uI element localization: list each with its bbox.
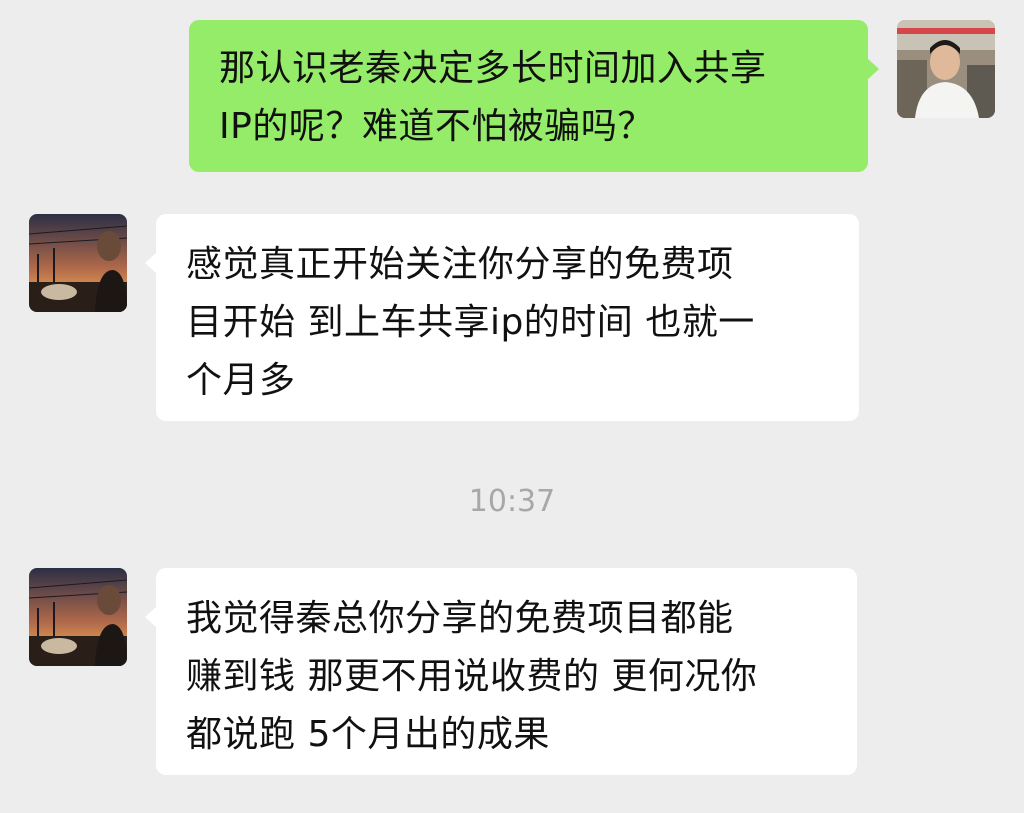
message-text-line: 感觉真正开始关注你分享的免费项 xyxy=(186,244,734,285)
message-text-line: 赚到钱 那更不用说收费的 更何况你 xyxy=(186,656,758,697)
message-text-line: IP的呢？难道不怕被骗吗？ xyxy=(219,106,654,147)
contact-avatar[interactable] xyxy=(29,568,127,666)
contact-avatar-photo xyxy=(29,568,127,666)
message-bubble-sent[interactable]: 那认识老秦决定多长时间加入共享 IP的呢？难道不怕被骗吗？ xyxy=(189,20,879,172)
message-text-line: 个月多 xyxy=(186,360,296,401)
message-timestamp: 10:37 xyxy=(468,484,556,519)
self-avatar-photo xyxy=(897,20,995,118)
contact-avatar[interactable] xyxy=(29,214,127,312)
message-text-line: 目开始 到上车共享ip的时间 也就一 xyxy=(186,302,755,343)
message-bubble-received[interactable]: 我觉得秦总你分享的免费项目都能 赚到钱 那更不用说收费的 更何况你 都说跑 5个… xyxy=(145,568,857,775)
self-avatar[interactable] xyxy=(897,20,995,118)
bubble-tail xyxy=(867,58,879,80)
bubble-tail xyxy=(145,252,157,274)
message-text-line: 我觉得秦总你分享的免费项目都能 xyxy=(186,598,734,639)
message-bubble-received[interactable]: 感觉真正开始关注你分享的免费项 目开始 到上车共享ip的时间 也就一 个月多 xyxy=(145,214,859,421)
message-text-line: 都说跑 5个月出的成果 xyxy=(186,714,550,755)
bubble-tail xyxy=(145,606,157,628)
message-text-line: 那认识老秦决定多长时间加入共享 xyxy=(219,48,767,89)
contact-avatar-photo xyxy=(29,214,127,312)
